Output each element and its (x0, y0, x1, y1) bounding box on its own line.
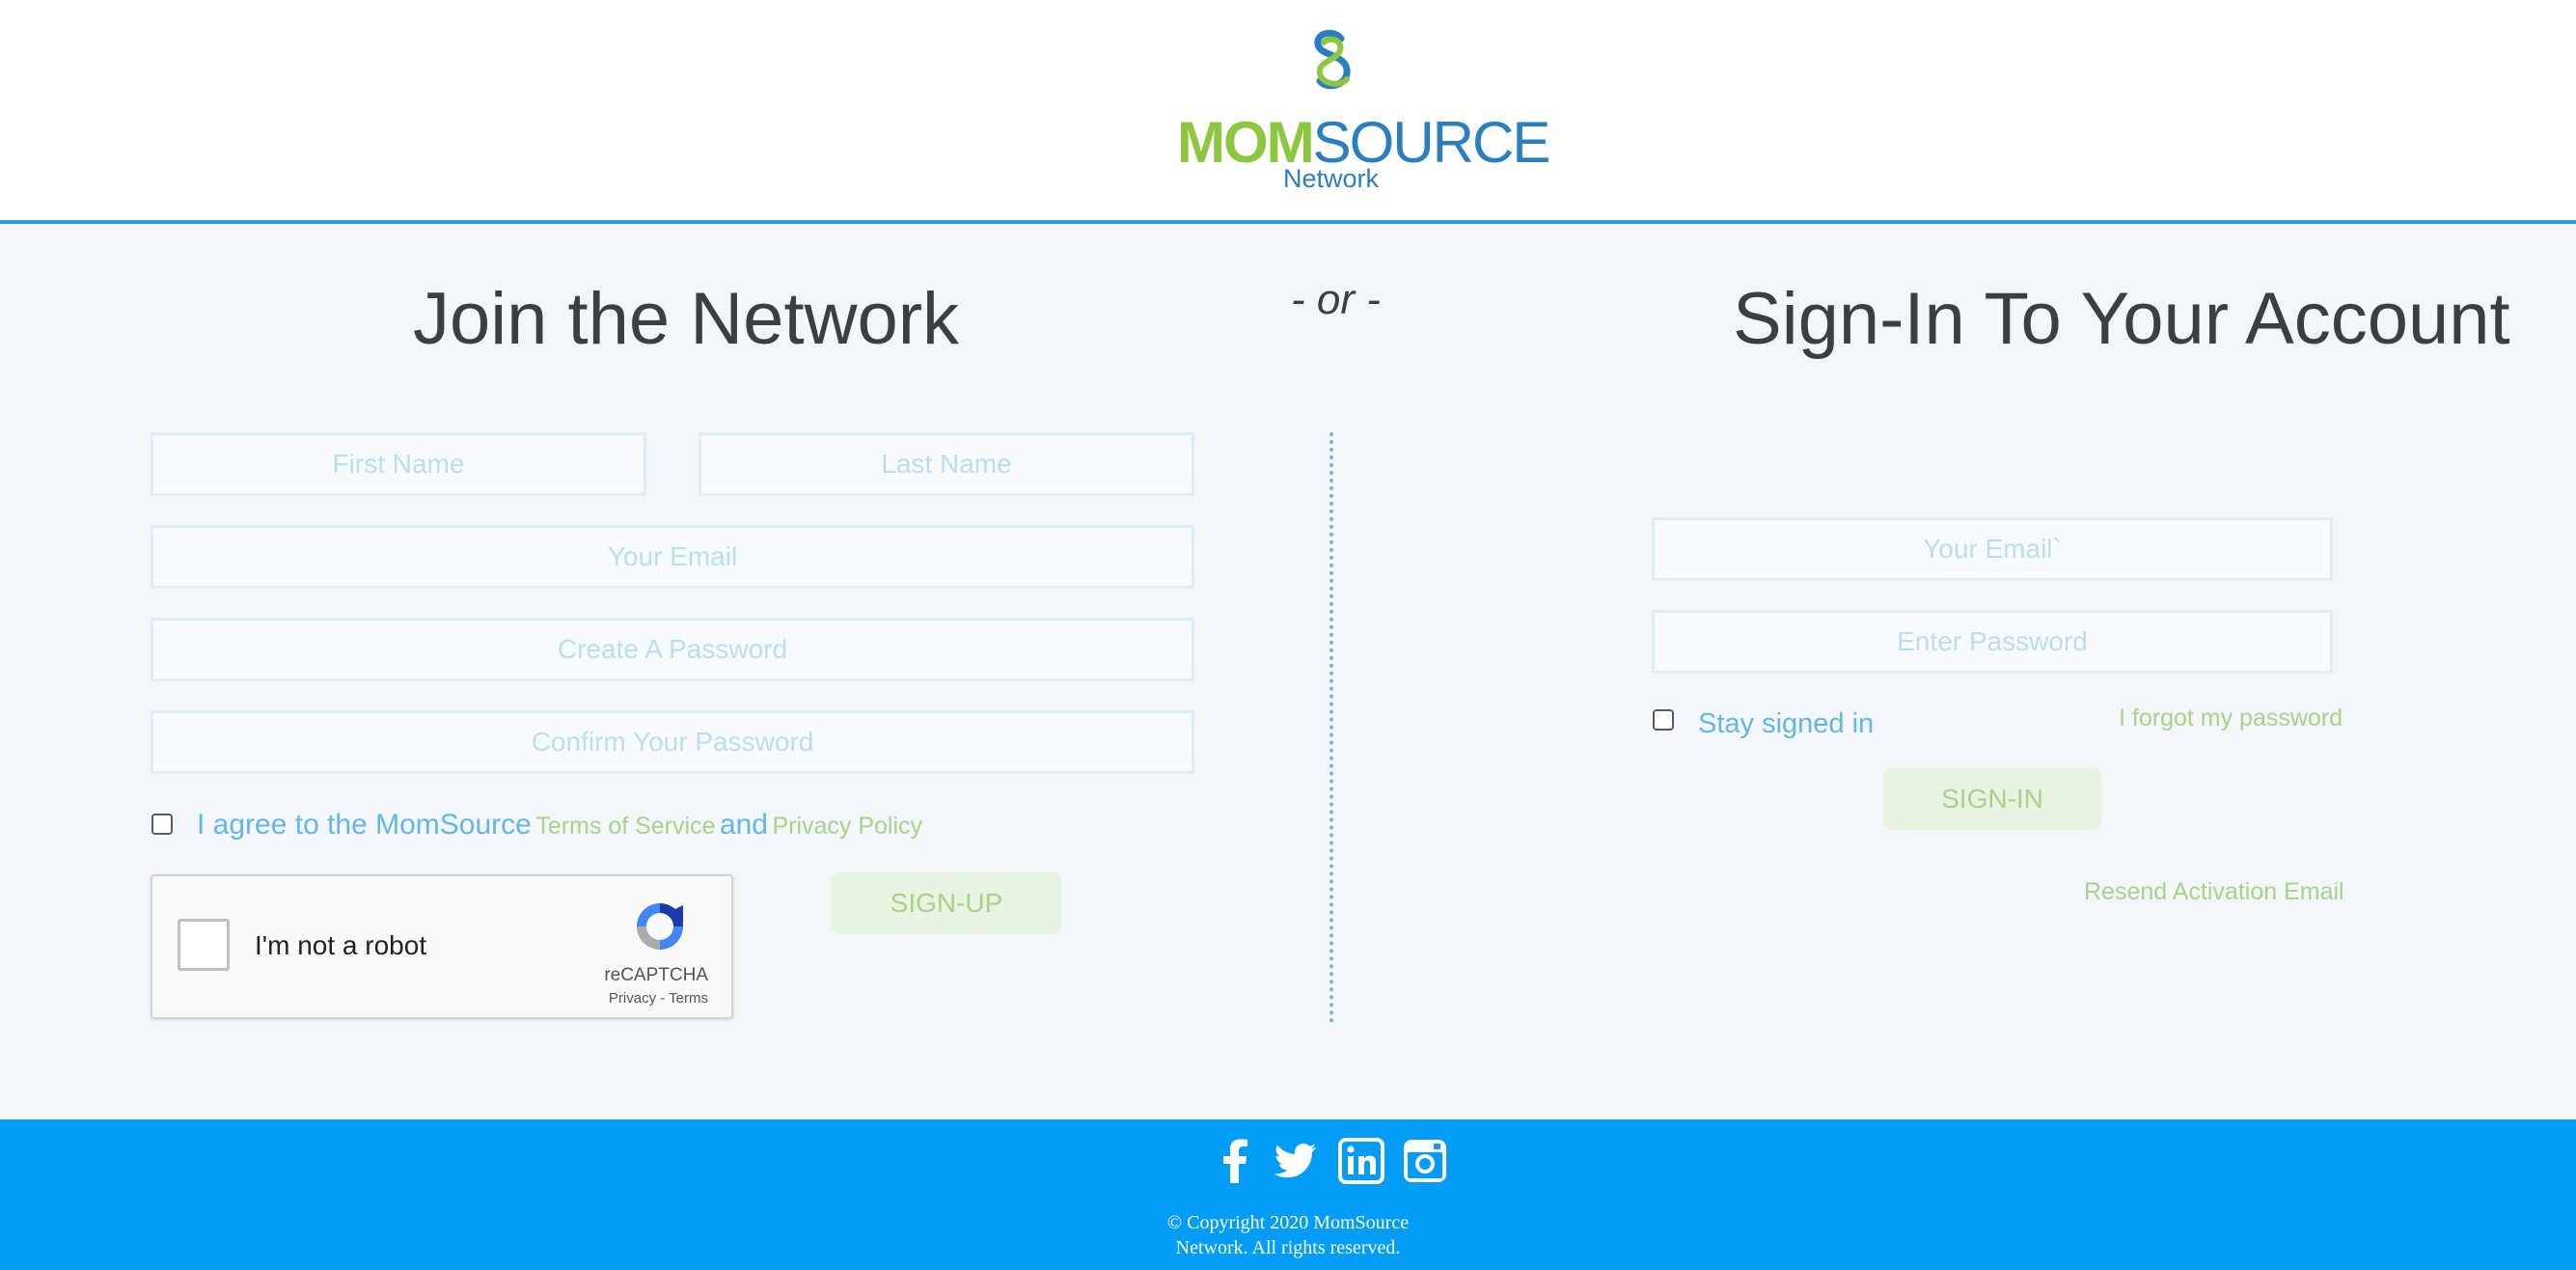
logo-network-text: Network (1283, 164, 1380, 193)
recaptcha-privacy-link[interactable]: Privacy (609, 990, 656, 1007)
or-separator: - or - (1291, 276, 1381, 323)
momsource-logo[interactable]: MOMSOURCE Network (1177, 29, 1550, 193)
facebook-icon[interactable] (1212, 1137, 1260, 1185)
agree-terms-label: I agree to the MomSource Terms of Servic… (197, 809, 922, 842)
signup-email-input[interactable] (151, 525, 1194, 589)
section-divider (1329, 432, 1333, 1023)
site-header: MOMSOURCE Network (0, 0, 2576, 224)
copyright-line-2: Network. All rights reserved. (1175, 1237, 1401, 1258)
resend-activation-link[interactable]: Resend Activation Email (2084, 878, 2344, 906)
site-footer: © Copyright 2020 MomSource Network. All … (0, 1119, 2576, 1270)
twitter-icon[interactable] (1272, 1137, 1320, 1185)
copyright-line-1: © Copyright 2020 MomSource (1166, 1212, 1410, 1233)
terms-of-service-link[interactable]: Terms of Service (535, 813, 715, 840)
confirm-password-input[interactable] (151, 710, 1194, 774)
first-name-input[interactable] (151, 432, 646, 496)
create-password-input[interactable] (151, 618, 1194, 681)
agree-prefix-text: I agree to the MomSource (197, 809, 532, 841)
recaptcha-logo-icon (637, 903, 683, 950)
logo-wordmark: MOMSOURCE (1177, 114, 1550, 172)
stay-signed-in-label: Stay signed in (1698, 708, 1875, 739)
forgot-password-link[interactable]: I forgot my password (2119, 704, 2343, 732)
linkedin-icon[interactable] (1337, 1137, 1385, 1185)
recaptcha-links-separator: - (656, 990, 670, 1007)
privacy-policy-link[interactable]: Privacy Policy (772, 813, 922, 840)
logo-mark-icon (1314, 29, 1351, 90)
agree-terms-checkbox[interactable] (151, 814, 173, 835)
signin-password-input[interactable] (1652, 610, 2333, 674)
recaptcha-terms-link[interactable]: Terms (669, 990, 708, 1007)
recaptcha-checkbox[interactable] (178, 919, 230, 971)
sign-up-button[interactable]: SIGN-UP (832, 872, 1061, 934)
join-network-heading: Join the Network (413, 278, 960, 360)
sign-in-button[interactable]: SIGN-IN (1883, 768, 2101, 830)
copyright-text: © Copyright 2020 MomSource Network. All … (0, 1210, 2576, 1260)
recaptcha-widget: I'm not a robot reCAPTCHA Privacy - Term… (151, 874, 733, 1019)
last-name-input[interactable] (699, 432, 1194, 496)
sign-in-heading: Sign-In To Your Account (1733, 278, 2510, 360)
stay-signed-in-checkbox[interactable] (1653, 709, 1674, 731)
recaptcha-links: Privacy - Terms (609, 990, 708, 1007)
agree-and-text: and (719, 809, 768, 841)
instagram-icon[interactable] (1401, 1137, 1449, 1185)
recaptcha-brand: reCAPTCHA (604, 965, 708, 985)
recaptcha-label: I'm not a robot (255, 930, 427, 960)
signin-email-input[interactable] (1652, 517, 2333, 581)
